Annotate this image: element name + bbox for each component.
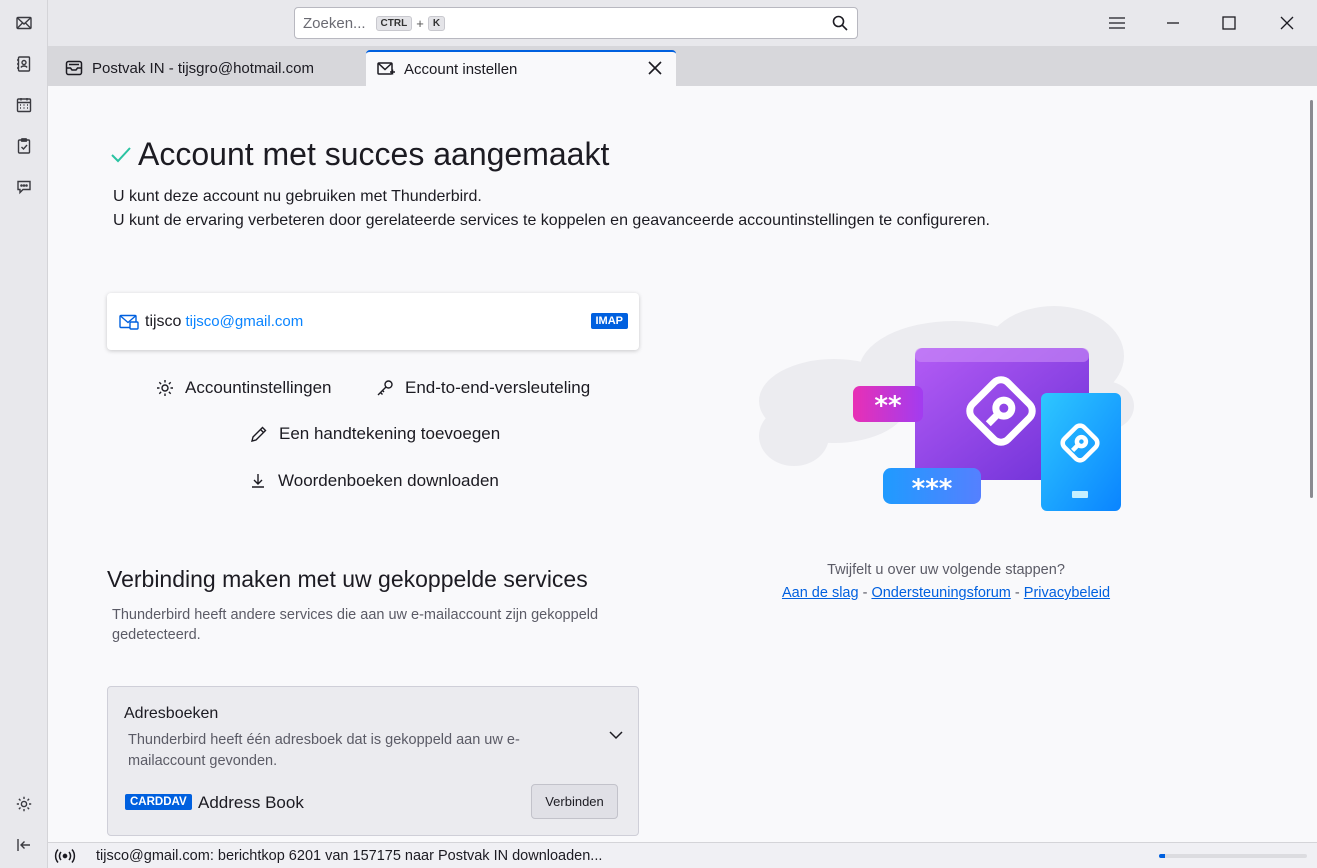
spaces-toolbar [0,0,48,868]
chat-space-icon[interactable] [10,173,38,201]
address-book-space-icon[interactable] [10,50,38,78]
shortcut-plus: + [416,15,424,31]
connect-button[interactable]: Verbinden [531,784,618,819]
action-label: Een handtekening toevoegen [279,424,501,443]
phone-button-shape [1072,491,1088,498]
add-signature-button[interactable]: Een handtekening toevoegen [249,424,500,444]
account-setup-page: Account met succes aangemaakt U kunt dez… [48,86,1307,842]
gear-icon [155,378,175,398]
mail-space-icon[interactable] [10,9,38,37]
vertical-scrollbar[interactable] [1310,100,1313,498]
account-security-illustration: ** *** [759,306,1134,511]
close-tab-icon[interactable] [646,59,664,77]
pencil-icon [249,424,269,444]
carddav-badge: CARDDAV [125,794,192,810]
title-bar: Zoeken... CTRL + K [48,0,1317,46]
download-icon [248,471,268,491]
chevron-down-icon[interactable] [608,727,624,743]
account-setup-icon [376,59,396,79]
panel-top-bar-shape [915,348,1089,362]
getting-started-link[interactable]: Aan de slag [782,585,859,601]
maximize-button[interactable] [1214,8,1244,38]
shortcut-key-ctrl: CTRL [375,15,413,31]
minimize-icon [1167,22,1179,24]
action-label: End-to-end-versleuteling [405,378,591,397]
success-check-icon [111,146,131,162]
services-description: Thunderbird heeft andere services die aa… [112,607,599,643]
password-mask-blue: *** [912,474,953,504]
account-settings-button[interactable]: Accountinstellingen [155,378,331,398]
inbox-icon [64,58,84,78]
tab-inbox[interactable]: Postvak IN - tijsgro@hotmail.com [54,50,360,86]
app-menu-button[interactable] [1102,8,1132,38]
heading-text: Account met succes aangemaakt [138,136,610,172]
account-card: tijsco tijsco@gmail.com IMAP [107,293,639,350]
address-books-title: Adresboeken [124,705,219,722]
tab-strip: Postvak IN - tijsgro@hotmail.com Account… [48,46,1317,86]
mail-account-icon [119,314,139,330]
protocol-badge: IMAP [590,313,628,329]
minimize-button[interactable] [1158,8,1188,38]
account-name: tijsco [145,312,182,330]
address-book-name: Address Book [198,793,304,812]
link-separator: - [1010,585,1024,601]
support-forum-link[interactable]: Ondersteuningsforum [871,585,1010,601]
subtitle-line-2: U kunt de ervaring verbeteren door gerel… [113,212,990,229]
action-label: Accountinstellingen [185,378,332,397]
hamburger-menu-icon [1109,17,1125,29]
tab-label: Account instellen [404,60,518,78]
address-books-card: Adresboeken Thunderbird heeft één adresb… [107,686,639,836]
e2e-encryption-button[interactable]: End-to-end-versleuteling [375,378,590,398]
search-input[interactable]: Zoeken... CTRL + K [294,7,858,39]
help-question: Twijfelt u over uw volgende stappen? [827,562,1065,578]
privacy-policy-link[interactable]: Privacybeleid [1024,585,1110,601]
tab-account-setup[interactable]: Account instellen [366,50,676,86]
search-icon[interactable] [831,14,849,32]
status-bar: tijsco@gmail.com: berichtkop 6201 van 15… [48,842,1317,868]
services-title: Verbinding maken met uw gekoppelde servi… [107,566,588,592]
download-dictionaries-button[interactable]: Woordenboeken downloaden [248,471,499,491]
help-links: Aan de slag - Ondersteuningsforum - Priv… [726,585,1166,601]
password-mask-pink: ** [874,391,902,421]
search-placeholder: Zoeken... [303,14,366,32]
settings-gear-icon[interactable] [10,790,38,818]
action-label: Woordenboeken downloaden [278,471,499,490]
tasks-space-icon[interactable] [10,132,38,160]
key-icon [375,378,395,398]
progress-fill [1159,854,1165,858]
collapse-toolbar-icon[interactable] [10,831,38,859]
close-icon [1280,16,1294,30]
link-separator: - [858,585,872,601]
account-email: tijsco@gmail.com [185,313,304,330]
close-window-button[interactable] [1272,8,1302,38]
page-title: Account met succes aangemaakt [110,136,609,173]
status-text: tijsco@gmail.com: berichtkop 6201 van 15… [96,847,603,864]
download-progress-bar [1159,854,1307,858]
maximize-icon [1222,16,1236,30]
tab-label: Postvak IN - tijsgro@hotmail.com [92,59,314,77]
subtitle-line-1: U kunt deze account nu gebruiken met Thu… [113,188,482,205]
calendar-space-icon[interactable] [10,91,38,119]
shortcut-key-k: K [427,15,446,31]
address-books-description: Thunderbird heeft één adresboek dat is g… [128,732,520,769]
online-status-icon[interactable] [54,847,76,865]
